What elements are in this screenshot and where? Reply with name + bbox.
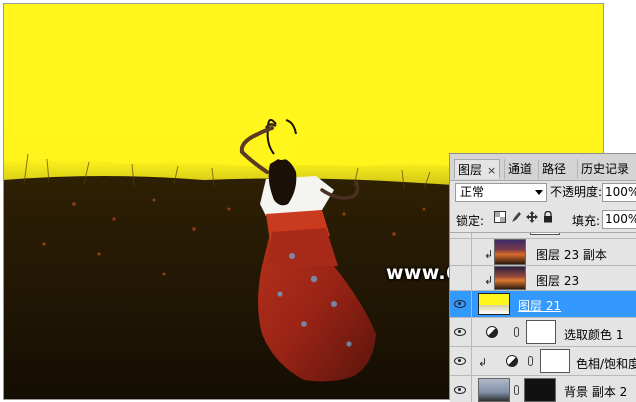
clipping-arrow-icon: ↲: [484, 274, 494, 287]
eye-icon[interactable]: [454, 385, 466, 394]
layer-name[interactable]: 图层 23: [536, 272, 579, 289]
chevron-down-icon: [535, 190, 543, 195]
tab-layers-label: 图层: [458, 163, 483, 177]
link-icon: [514, 385, 519, 395]
layer-thumbnail: [494, 266, 526, 290]
tab-paths-label: 路径: [542, 162, 567, 176]
layer-thumbnail: [478, 378, 510, 402]
tab-paths[interactable]: 路径: [538, 159, 569, 179]
blend-mode-value: 正常: [460, 185, 485, 199]
layer-mask-thumbnail: [524, 378, 556, 402]
layer-row[interactable]: 选取颜色 1: [450, 318, 636, 347]
fill-label: 填充:: [572, 214, 601, 228]
visibility-cell[interactable]: [450, 239, 472, 265]
opacity-input[interactable]: 100%: [602, 183, 636, 202]
layer-row-partial[interactable]: [450, 233, 636, 239]
fill-input[interactable]: 100%: [602, 210, 636, 229]
opacity-label: 不透明度:: [550, 185, 603, 199]
adjustment-layer-icon: [486, 326, 498, 338]
layer-name[interactable]: 选取颜色 1: [564, 326, 623, 343]
tab-history-label: 历史记录: [581, 162, 630, 176]
link-icon: [528, 356, 533, 366]
layer-mask-thumbnail: [540, 349, 570, 373]
adjustment-layer-icon: [506, 355, 518, 367]
lock-all-icon[interactable]: [541, 210, 555, 225]
layer-row[interactable]: ↲ 图层 23 副本: [450, 239, 636, 266]
layer-row[interactable]: ↲ 色相/饱和度: [450, 347, 636, 376]
visibility-cell[interactable]: [450, 291, 472, 317]
visibility-cell[interactable]: [450, 233, 472, 238]
layer-name[interactable]: 色相/饱和度: [576, 355, 636, 372]
layer-name[interactable]: 背景 副本 2: [564, 383, 627, 400]
layer-name[interactable]: 图层 23 副本: [536, 246, 607, 263]
layer-name[interactable]: 图层 21: [518, 297, 561, 314]
layer-mask-thumbnail: [526, 320, 556, 344]
lock-label: 锁定:: [456, 214, 485, 228]
panel-tab-bar: 图层 × 通道 路径 历史记录: [450, 154, 636, 181]
layer-row[interactable]: ↲ 图层 23: [450, 266, 636, 291]
lock-transparency-icon[interactable]: [493, 211, 507, 225]
visibility-cell[interactable]: [450, 376, 472, 402]
eye-icon[interactable]: [454, 300, 466, 308]
lock-move-icon[interactable]: [525, 211, 539, 225]
layer-list: ↲ 图层 23 副本 ↲ 图层 23 图层 21 选取颜色 1 ↲ 色相/饱和度…: [450, 232, 636, 402]
visibility-cell[interactable]: [450, 347, 472, 375]
layer-row[interactable]: 背景 副本 2: [450, 376, 636, 402]
lock-paint-icon[interactable]: [509, 211, 523, 225]
tab-layers[interactable]: 图层 ×: [454, 159, 501, 179]
tab-channels[interactable]: 通道: [504, 159, 535, 179]
visibility-cell[interactable]: [450, 266, 472, 290]
blend-mode-select[interactable]: 正常: [455, 183, 547, 202]
layer-thumbnail: [478, 293, 510, 315]
layer-thumbnail: [494, 239, 526, 265]
layers-panel: 图层 × 通道 路径 历史记录 正常 不透明度: 100% 锁定: 填充: 100…: [449, 153, 636, 402]
link-icon: [514, 327, 519, 337]
layer-thumbnail: [530, 233, 560, 235]
eye-icon[interactable]: [454, 328, 466, 336]
clipping-arrow-icon: ↲: [484, 248, 494, 261]
close-icon[interactable]: ×: [487, 164, 496, 177]
tab-history[interactable]: 历史记录: [577, 159, 632, 179]
tab-channels-label: 通道: [508, 162, 533, 176]
layer-row-selected[interactable]: 图层 21: [450, 291, 636, 318]
clipping-arrow-icon: ↲: [478, 356, 488, 369]
visibility-cell[interactable]: [450, 318, 472, 346]
eye-icon[interactable]: [454, 357, 466, 365]
